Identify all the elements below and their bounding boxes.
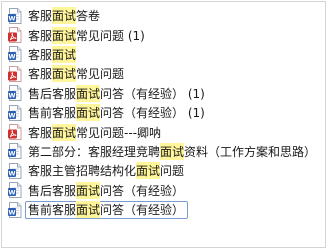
file-list: W 客服 面试 答卷 客服 面试 常见问题 (1) W 客服 面试 客服 面试 常见问题 W …	[8, 6, 326, 219]
file-name: 客服 面试 常见问题 (1)	[28, 26, 145, 44]
file-name-text: 问答（有经验） (1)	[100, 106, 205, 121]
search-match-highlight: 面试	[160, 142, 185, 160]
word-doc-icon: W	[8, 104, 22, 121]
word-doc-icon: W	[8, 85, 22, 102]
search-match-highlight: 面试	[52, 123, 77, 141]
file-name-text: 客服	[28, 125, 53, 140]
file-name-text: 常见问题---卿呐	[76, 125, 162, 140]
file-list-panel: W 客服 面试 答卷 客服 面试 常见问题 (1) W 客服 面试 客服 面试 常见问题 W …	[1, 1, 326, 248]
file-row[interactable]: W 售前客服 面试 问答（有经验） (1)	[8, 103, 326, 122]
svg-text:W: W	[8, 53, 15, 61]
file-name-text: 常见问题 (1)	[76, 28, 145, 43]
file-row[interactable]: W 客服 面试 答卷	[8, 6, 326, 25]
file-name: 客服主管招聘结构化 面试 问题	[28, 162, 185, 180]
file-name-text: 问答（有经验） (1)	[100, 86, 205, 101]
pdf-doc-icon	[8, 27, 22, 44]
file-name: 售前客服 面试 问答（有经验） (1)	[28, 104, 205, 122]
svg-text:W: W	[8, 111, 15, 119]
word-doc-icon: W	[8, 201, 22, 218]
file-name-text: 答卷	[76, 9, 101, 24]
file-row[interactable]: W 售后客服 面试 问答（有经验）	[8, 181, 326, 200]
word-doc-icon: W	[8, 143, 22, 160]
search-match-highlight: 面试	[76, 84, 101, 102]
file-name-text: 客服主管招聘结构化	[28, 164, 137, 179]
file-name: 客服 面试 答卷	[28, 7, 101, 25]
file-row[interactable]: W 第二部分：客服经理竞聘 面试 资料（工作方案和思路）	[8, 142, 326, 161]
file-row[interactable]: W 客服主管招聘结构化 面试 问题	[8, 161, 326, 180]
word-doc-icon: W	[8, 46, 22, 63]
search-match-highlight: 面试	[76, 201, 101, 219]
file-name-text: 客服	[28, 28, 53, 43]
svg-text:W: W	[8, 92, 15, 100]
word-doc-icon: W	[8, 182, 22, 199]
file-name-text: 资料（工作方案和思路）	[184, 144, 317, 159]
pdf-doc-icon	[8, 124, 22, 141]
svg-text:W: W	[8, 150, 15, 158]
file-name-text: 常见问题	[76, 67, 125, 82]
search-match-highlight: 面试	[52, 26, 77, 44]
search-match-highlight: 面试	[136, 162, 161, 180]
search-match-highlight: 面试	[76, 181, 101, 199]
file-name: 第二部分：客服经理竞聘 面试 资料（工作方案和思路）	[28, 142, 317, 160]
file-row[interactable]: W 售前客服 面试 问答（有经验）	[8, 200, 326, 219]
file-name-text: 售前客服	[28, 106, 77, 121]
file-name-text: 客服	[28, 67, 53, 82]
svg-text:W: W	[8, 14, 15, 22]
svg-text:W: W	[8, 189, 15, 197]
search-match-highlight: 面试	[52, 7, 77, 25]
file-row[interactable]: W 客服 面试	[8, 45, 326, 64]
file-name: 售后客服 面试 问答（有经验） (1)	[28, 84, 205, 102]
file-name-text: 问题	[160, 164, 185, 179]
file-name-text: 问答（有经验）	[100, 183, 185, 198]
word-doc-icon: W	[8, 162, 22, 179]
search-match-highlight: 面试	[52, 45, 77, 63]
search-match-highlight: 面试	[76, 104, 101, 122]
file-name-text: 第二部分：客服经理竞聘	[28, 144, 161, 159]
svg-text:W: W	[8, 208, 15, 216]
file-name: 客服 面试 常见问题---卿呐	[28, 123, 162, 141]
file-name-text: 售前客服	[28, 203, 77, 218]
file-name-text: 客服	[28, 9, 53, 24]
file-row[interactable]: 客服 面试 常见问题	[8, 64, 326, 83]
file-name-text: 问答（有经验）	[100, 203, 185, 218]
pdf-doc-icon	[8, 65, 22, 82]
search-match-highlight: 面试	[52, 65, 77, 83]
svg-text:W: W	[8, 169, 15, 177]
file-name: 客服 面试	[28, 45, 77, 63]
file-name-text: 售后客服	[28, 86, 77, 101]
file-name: 客服 面试 常见问题	[28, 65, 125, 83]
file-row[interactable]: W 售后客服 面试 问答（有经验） (1)	[8, 84, 326, 103]
word-doc-icon: W	[8, 7, 22, 24]
file-name-text: 售后客服	[28, 183, 77, 198]
file-name: 售前客服 面试 问答（有经验）	[25, 200, 189, 219]
file-name: 售后客服 面试 问答（有经验）	[28, 181, 185, 199]
file-row[interactable]: 客服 面试 常见问题---卿呐	[8, 122, 326, 141]
file-name-text: 客服	[28, 47, 53, 62]
file-row[interactable]: 客服 面试 常见问题 (1)	[8, 25, 326, 44]
